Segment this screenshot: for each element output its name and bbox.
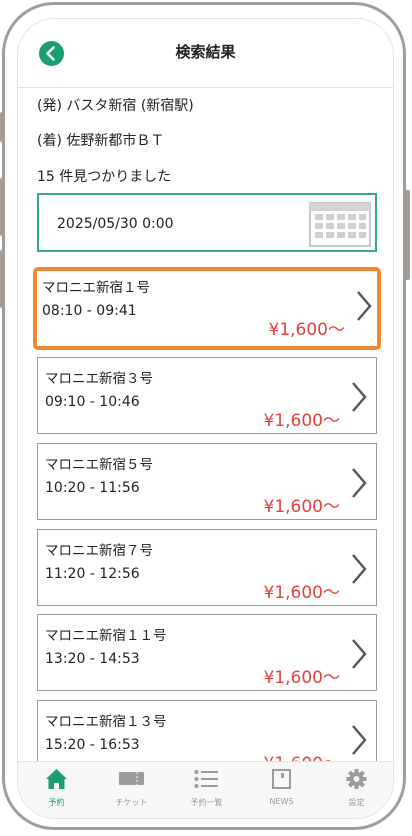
tab-reserve[interactable]: 予約 bbox=[19, 762, 94, 818]
bus-name: マロニエ新宿３号 bbox=[45, 371, 153, 387]
bus-time: 13:20 - 14:53 bbox=[45, 651, 140, 667]
result-card[interactable]: マロニエ新宿５号 10:20 - 11:56 ¥1,600～ bbox=[37, 443, 377, 520]
gear-icon bbox=[346, 769, 367, 789]
chevron-right-icon bbox=[352, 468, 367, 498]
bus-price: ¥1,600～ bbox=[263, 411, 340, 431]
chevron-right-icon bbox=[352, 554, 367, 584]
news-icon bbox=[272, 769, 291, 789]
bus-price: ¥1,600～ bbox=[263, 668, 340, 688]
bus-time: 11:20 - 12:56 bbox=[45, 566, 140, 582]
bus-name: マロニエ新宿１３号 bbox=[45, 714, 167, 730]
chevron-right-icon bbox=[357, 291, 372, 321]
date-value: 2025/05/30 0:00 bbox=[57, 216, 174, 232]
tab-settings[interactable]: 設定 bbox=[319, 762, 393, 818]
bus-price: ¥1,600～ bbox=[263, 497, 340, 517]
tab-ticket[interactable]: チケット bbox=[94, 762, 169, 818]
departure-stop: (発) バスタ新宿 (新宿駅) bbox=[37, 98, 194, 114]
result-card[interactable]: マロニエ新宿１号 08:10 - 09:41 ¥1,600～ bbox=[33, 267, 381, 350]
tab-label: NEWS bbox=[269, 797, 294, 806]
bus-name: マロニエ新宿１１号 bbox=[45, 628, 167, 644]
tab-label: 設定 bbox=[348, 798, 365, 807]
bus-time: 09:10 - 10:46 bbox=[45, 394, 140, 410]
result-count: 15 件見つかりました bbox=[37, 169, 172, 185]
list-icon bbox=[194, 770, 218, 788]
bus-price: ¥1,600～ bbox=[263, 583, 340, 603]
result-card[interactable]: マロニエ新宿１１号 13:20 - 14:53 ¥1,600～ bbox=[37, 614, 377, 691]
result-card[interactable]: マロニエ新宿７号 11:20 - 12:56 ¥1,600～ bbox=[37, 529, 377, 606]
bus-price: ¥1,600～ bbox=[268, 320, 345, 340]
calendar-icon[interactable] bbox=[309, 201, 371, 247]
app-screen: 検索結果 (発) バスタ新宿 (新宿駅) (着) 佐野新都市ＢＴ 15 件見つか… bbox=[17, 18, 394, 819]
tab-reservation-list[interactable]: 予約一覧 bbox=[169, 762, 244, 818]
bottom-tab-bar: 予約 チケット 予約一覧 NEWS 設定 bbox=[18, 761, 393, 818]
bus-name: マロニエ新宿１号 bbox=[42, 280, 150, 296]
home-icon bbox=[46, 769, 67, 789]
bus-time: 10:20 - 11:56 bbox=[45, 480, 140, 496]
bus-time: 08:10 - 09:41 bbox=[42, 303, 137, 319]
app-header: 検索結果 bbox=[18, 19, 393, 88]
chevron-right-icon bbox=[352, 639, 367, 669]
tab-news[interactable]: NEWS bbox=[244, 762, 319, 818]
chevron-right-icon bbox=[352, 725, 367, 755]
chevron-right-icon bbox=[352, 382, 367, 412]
ticket-icon bbox=[119, 772, 144, 785]
tab-label: チケット bbox=[115, 798, 148, 807]
bus-time: 15:20 - 16:53 bbox=[45, 737, 140, 753]
arrival-stop: (着) 佐野新都市ＢＴ bbox=[37, 133, 165, 149]
bus-name: マロニエ新宿５号 bbox=[45, 457, 153, 473]
result-card[interactable]: マロニエ新宿３号 09:10 - 10:46 ¥1,600～ bbox=[37, 357, 377, 434]
bus-name: マロニエ新宿７号 bbox=[45, 543, 153, 559]
date-picker[interactable]: 2025/05/30 0:00 bbox=[37, 193, 377, 252]
tab-label: 予約 bbox=[48, 798, 65, 807]
tab-label: 予約一覧 bbox=[190, 798, 223, 807]
page-title: 検索結果 bbox=[175, 43, 236, 61]
